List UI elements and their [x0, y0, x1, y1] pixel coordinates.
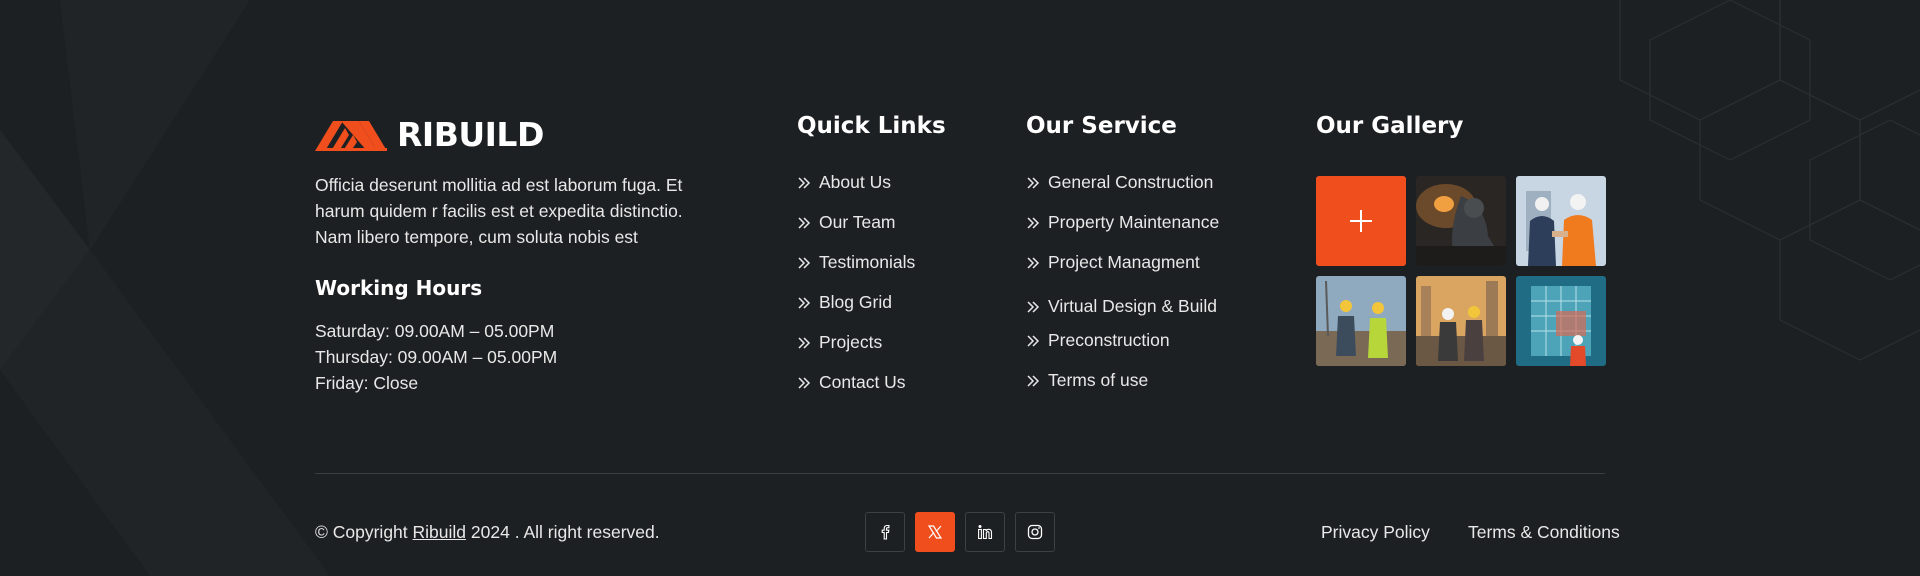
gallery-grid — [1316, 176, 1606, 366]
service-preconstruction[interactable]: Preconstruction — [1026, 330, 1170, 351]
link-label: Virtual Design & Build — [1048, 296, 1217, 316]
footer-divider — [315, 473, 1605, 474]
link-label: Testimonials — [819, 252, 916, 272]
link-label: Project Managment — [1048, 252, 1200, 272]
link-label: About Us — [819, 172, 891, 192]
privacy-policy-link[interactable]: Privacy Policy — [1321, 522, 1430, 543]
double-chevron-right-icon — [798, 256, 811, 269]
quick-link-projects[interactable]: Projects — [797, 332, 882, 353]
linkedin-icon — [978, 525, 993, 540]
working-hours-title: Working Hours — [315, 276, 483, 300]
quick-links-title: Quick Links — [797, 113, 946, 139]
service-general-construction[interactable]: General Construction — [1026, 172, 1213, 193]
about-text: Officia deserunt mollitia ad est laborum… — [315, 175, 683, 247]
terms-conditions-link[interactable]: Terms & Conditions — [1468, 522, 1620, 543]
instagram-button[interactable] — [1015, 512, 1055, 552]
double-chevron-right-icon — [798, 216, 811, 229]
link-label: General Construction — [1048, 172, 1214, 192]
surveyor-site-image — [1316, 276, 1406, 366]
welder-sparks-image — [1416, 176, 1506, 266]
link-label: Projects — [819, 332, 883, 352]
hours-item: Thursday: 09.00AM – 05.00PM — [315, 347, 558, 367]
handshake-engineers-image — [1516, 176, 1606, 266]
x-twitter-button[interactable] — [915, 512, 955, 552]
service-virtual-design-build[interactable]: Virtual Design & Build — [1026, 296, 1217, 317]
service-terms-of-use[interactable]: Terms of use — [1026, 370, 1148, 391]
link-label: Blog Grid — [819, 292, 892, 312]
double-chevron-right-icon — [798, 336, 811, 349]
double-chevron-right-icon — [798, 296, 811, 309]
quick-link-our-team[interactable]: Our Team — [797, 212, 896, 233]
x-icon — [927, 525, 943, 539]
background-decoration — [0, 0, 1920, 576]
gallery-image-welder[interactable] — [1416, 176, 1506, 266]
brand-name: RIBUILD — [397, 115, 544, 154]
gallery-more-button[interactable] — [1316, 176, 1406, 266]
double-chevron-right-icon — [1027, 216, 1040, 229]
social-links — [865, 512, 1055, 552]
roof-logo-icon — [315, 120, 387, 151]
linkedin-button[interactable] — [965, 512, 1005, 552]
gallery-image-handshake[interactable] — [1516, 176, 1606, 266]
double-chevron-right-icon — [798, 376, 811, 389]
service-property-maintenance[interactable]: Property Maintenance — [1026, 212, 1219, 233]
double-chevron-right-icon — [1027, 300, 1040, 313]
plus-icon — [1350, 210, 1372, 232]
link-label: Terms of use — [1048, 370, 1149, 390]
double-chevron-right-icon — [1027, 256, 1040, 269]
double-chevron-right-icon — [1027, 374, 1040, 387]
gallery-image-scaffold[interactable] — [1516, 276, 1606, 366]
quick-link-blog-grid[interactable]: Blog Grid — [797, 292, 892, 313]
link-label: Preconstruction — [1048, 330, 1170, 350]
link-label: Our Team — [819, 212, 896, 232]
copyright-prefix: © Copyright — [315, 522, 408, 542]
facebook-icon — [881, 524, 890, 540]
link-label: Property Maintenance — [1048, 212, 1220, 232]
hours-item: Friday: Close — [315, 373, 419, 393]
working-hours-list: Saturday: 09.00AM – 05.00PM Thursday: 09… — [315, 318, 557, 396]
gallery-image-surveyor[interactable] — [1316, 276, 1406, 366]
our-gallery-title: Our Gallery — [1316, 113, 1464, 139]
copyright-brand-link[interactable]: Ribuild — [413, 522, 467, 542]
quick-link-testimonials[interactable]: Testimonials — [797, 252, 915, 273]
double-chevron-right-icon — [1027, 176, 1040, 189]
double-chevron-right-icon — [798, 176, 811, 189]
quick-link-about-us[interactable]: About Us — [797, 172, 891, 193]
our-service-title: Our Service — [1026, 113, 1177, 139]
workers-sunset-image — [1416, 276, 1506, 366]
building-scaffold-image — [1516, 276, 1606, 366]
copyright-suffix: 2024 . All right reserved. — [470, 522, 660, 542]
footer-logo[interactable]: RIBUILD — [315, 115, 544, 154]
facebook-button[interactable] — [865, 512, 905, 552]
service-project-managment[interactable]: Project Managment — [1026, 252, 1200, 273]
double-chevron-right-icon — [1027, 334, 1040, 347]
gallery-image-sunset-workers[interactable] — [1416, 276, 1506, 366]
copyright-text: © Copyright Ribuild 2024 . All right res… — [315, 522, 660, 543]
instagram-icon — [1027, 524, 1043, 540]
quick-link-contact-us[interactable]: Contact Us — [797, 372, 906, 393]
hours-item: Saturday: 09.00AM – 05.00PM — [315, 321, 555, 341]
link-label: Contact Us — [819, 372, 906, 392]
